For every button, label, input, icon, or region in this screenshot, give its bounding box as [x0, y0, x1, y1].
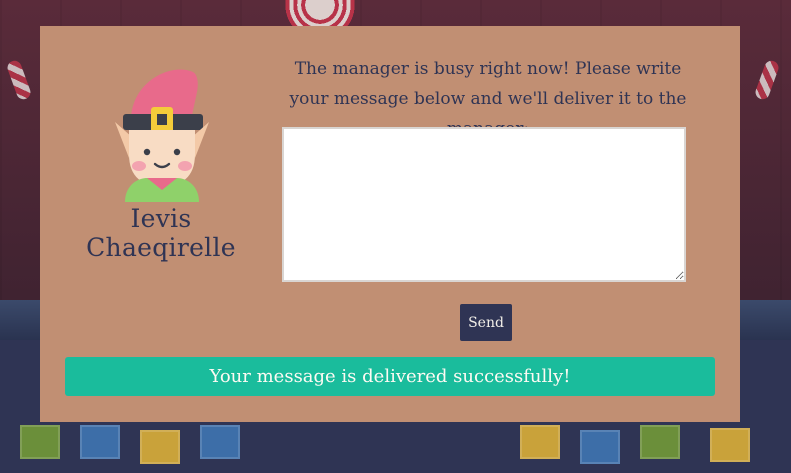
gift-box-decoration: [20, 425, 60, 459]
success-alert: Your message is delivered successfully!: [65, 357, 715, 396]
gift-box-decoration: [80, 425, 120, 459]
elf-profile: Ievis Chaeqirelle: [70, 62, 252, 262]
gift-box-decoration: [640, 425, 680, 459]
gift-box-decoration: [580, 430, 620, 464]
message-dialog: Ievis Chaeqirelle The manager is busy ri…: [40, 26, 740, 422]
message-textarea[interactable]: [282, 127, 686, 282]
gift-box-decoration: [710, 428, 750, 462]
gift-box-decoration: [200, 425, 240, 459]
send-button[interactable]: Send: [460, 304, 512, 341]
gift-box-decoration: [520, 425, 560, 459]
success-alert-text: Your message is delivered successfully!: [209, 366, 571, 387]
elf-name: Ievis Chaeqirelle: [86, 204, 236, 262]
elf-avatar-icon: [115, 69, 209, 202]
gift-box-decoration: [140, 430, 180, 464]
